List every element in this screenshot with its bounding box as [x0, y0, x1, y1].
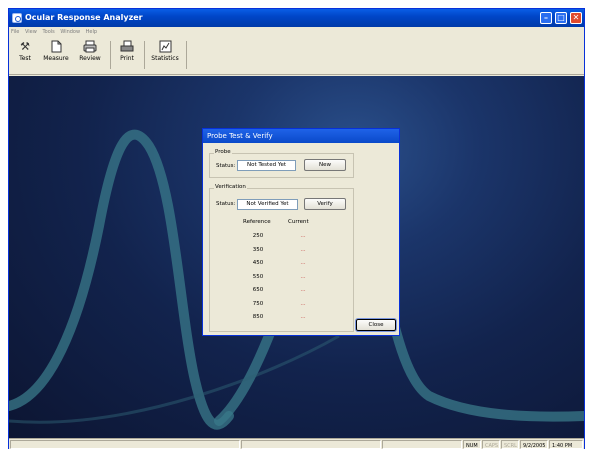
status-time: 1:40 PM	[549, 440, 583, 449]
new-probe-button[interactable]: New	[304, 159, 346, 171]
chart-icon	[158, 40, 172, 53]
menu-file[interactable]: File	[11, 29, 19, 35]
current-column-header: Current	[288, 219, 309, 225]
review-button[interactable]: Review	[75, 39, 105, 71]
menu-tools[interactable]: Tools	[42, 29, 54, 35]
minimize-button[interactable]: –	[540, 12, 552, 24]
probe-test-dialog: Probe Test & Verify Probe Status: Not Te…	[202, 128, 400, 336]
dialog-title[interactable]: Probe Test & Verify	[203, 129, 399, 143]
status-date: 9/2/2005	[520, 440, 548, 449]
status-message-panel	[10, 440, 240, 449]
toolbar: ⚒ Test Measure Review Print Statistics	[9, 37, 584, 75]
probe-status-label: Status:	[216, 163, 236, 169]
close-button[interactable]: Close	[355, 318, 397, 332]
reference-value: 350	[252, 246, 264, 253]
menu-help[interactable]: Help	[86, 29, 97, 35]
current-value: ...	[300, 273, 306, 280]
caps-lock-indicator: CAPS	[482, 440, 500, 449]
status-panel	[241, 440, 381, 449]
status-bar: NUM CAPS SCRL 9/2/2005 1:40 PM	[9, 438, 584, 449]
page-icon	[49, 40, 63, 53]
current-value: ...	[300, 260, 306, 266]
close-window-button[interactable]: ✕	[570, 12, 582, 24]
app-logo-icon	[12, 13, 22, 23]
current-value: ...	[300, 300, 306, 307]
printer-review-icon	[83, 40, 97, 53]
print-button[interactable]: Print	[115, 39, 139, 71]
printer-icon	[120, 40, 134, 53]
menu-bar: File View Tools Window Help	[9, 27, 584, 37]
reference-value: 250	[252, 233, 264, 239]
restore-button[interactable]: □	[555, 12, 567, 24]
current-value: ...	[300, 246, 306, 253]
scroll-lock-indicator: SCRL	[501, 440, 519, 449]
reference-value: 750	[252, 300, 264, 307]
toolbar-separator	[186, 41, 187, 69]
reference-value: 450	[252, 260, 264, 266]
reference-value: 550	[252, 273, 264, 280]
verification-group-label: Verification	[214, 184, 247, 190]
toolbar-separator	[144, 41, 145, 69]
num-lock-indicator: NUM	[463, 440, 481, 449]
current-value: ...	[300, 314, 306, 320]
test-button[interactable]: ⚒ Test	[13, 39, 37, 71]
title-bar[interactable]: Ocular Response Analyzer – □ ✕	[9, 9, 584, 27]
reference-value: 650	[252, 287, 264, 293]
probe-status-field: Not Tested Yet	[237, 160, 296, 171]
probe-group-label: Probe	[214, 149, 232, 155]
menu-window[interactable]: Window	[60, 29, 80, 35]
verification-status-label: Status:	[216, 201, 236, 207]
window-title: Ocular Response Analyzer	[25, 13, 143, 22]
reference-column-header: Reference	[243, 219, 271, 225]
verification-status-field: Not Verified Yet	[237, 199, 298, 210]
menu-view[interactable]: View	[25, 29, 37, 35]
statistics-button[interactable]: Statistics	[148, 39, 182, 71]
tools-icon: ⚒	[20, 40, 30, 53]
current-value: ...	[300, 233, 306, 239]
status-panel	[382, 440, 462, 449]
verify-button[interactable]: Verify	[304, 198, 346, 210]
measure-button[interactable]: Measure	[39, 39, 73, 71]
toolbar-separator	[110, 41, 111, 69]
current-value: ...	[300, 287, 306, 293]
reference-value: 850	[252, 314, 264, 320]
